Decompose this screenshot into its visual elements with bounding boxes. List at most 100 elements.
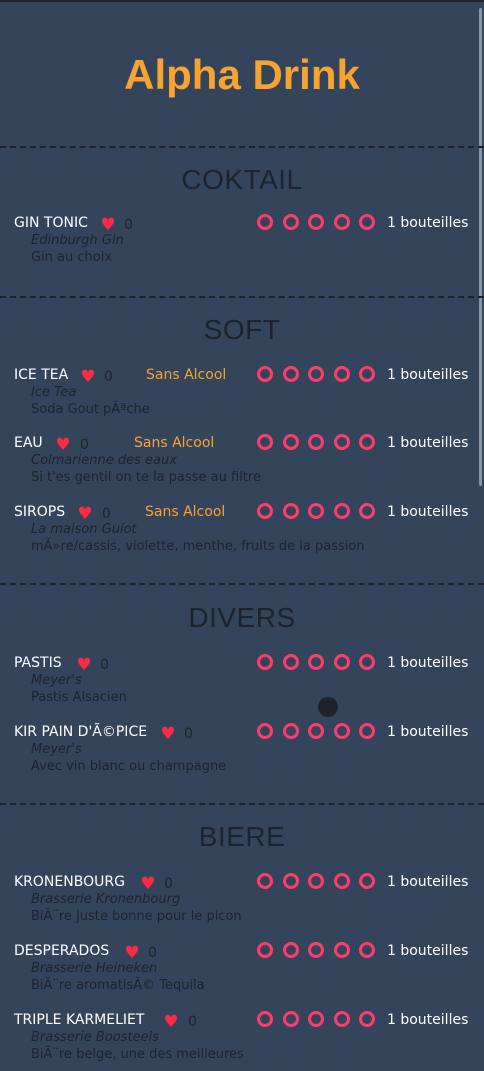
like-count: 0	[164, 876, 173, 892]
circle-icon[interactable]	[308, 214, 324, 230]
circle-icon[interactable]	[257, 503, 273, 519]
drink-item-gin-tonic[interactable]: GIN TONIC ♥ 0 1 bouteilles Edinburgh Gin…	[0, 214, 484, 274]
circle-icon[interactable]	[283, 654, 299, 670]
drink-description: Soda Gout pÃªche	[31, 402, 150, 417]
circle-icon[interactable]	[334, 434, 350, 450]
circle-icon[interactable]	[257, 723, 273, 739]
circle-icon[interactable]	[308, 1011, 324, 1027]
circle-icon[interactable]	[257, 366, 273, 382]
drink-item-eau[interactable]: EAU ♥ 0 Sans Alcool 1 bouteilles Colmari…	[0, 434, 484, 494]
circle-icon[interactable]	[308, 873, 324, 889]
circle-icon[interactable]	[257, 434, 273, 450]
circle-icon[interactable]	[283, 434, 299, 450]
circle-icon[interactable]	[283, 723, 299, 739]
heart-icon[interactable]: ♥	[54, 437, 72, 454]
bottle-count: 1 bouteilles	[387, 724, 469, 740]
section-title-coktail: COKTAIL	[181, 164, 303, 195]
circle-icon[interactable]	[308, 723, 324, 739]
drink-name: KIR PAIN D'Ã©PICE	[14, 724, 148, 740]
circle-icon[interactable]	[359, 723, 375, 739]
drink-brand: La maison Guiot	[31, 522, 137, 537]
circle-icon[interactable]	[334, 723, 350, 739]
heart-icon[interactable]: ♥	[162, 1014, 180, 1031]
section-title-divers: DIVERS	[188, 602, 296, 633]
circle-icon[interactable]	[308, 434, 324, 450]
circle-icon[interactable]	[359, 654, 375, 670]
circle-icon[interactable]	[257, 873, 273, 889]
drink-brand: Brasserie Heineken	[31, 961, 158, 976]
drink-item-ice-tea[interactable]: ICE TEA ♥ 0 Sans Alcool 1 bouteilles Ice…	[0, 366, 484, 426]
drink-name: GIN TONIC	[14, 215, 88, 231]
circle-icon[interactable]	[334, 942, 350, 958]
drink-name: KRONENBOURG	[14, 874, 125, 890]
circle-icon[interactable]	[308, 366, 324, 382]
circle-icon[interactable]	[257, 1011, 273, 1027]
circle-icon[interactable]	[334, 873, 350, 889]
top-border	[0, 0, 484, 2]
heart-icon[interactable]: ♥	[99, 217, 117, 234]
drink-name: TRIPLE KARMELIET	[14, 1012, 145, 1028]
heart-icon[interactable]: ♥	[75, 657, 93, 674]
drink-description: BiÃ¨re aromatisÃ© Tequila	[31, 978, 205, 993]
circle-icon[interactable]	[359, 434, 375, 450]
like-count: 0	[124, 217, 133, 233]
heart-icon[interactable]: ♥	[139, 876, 157, 893]
circle-icon[interactable]	[308, 503, 324, 519]
drink-description: Si t'es gentil on te la passe au filtre	[31, 470, 261, 485]
heart-icon[interactable]: ♥	[79, 369, 97, 386]
heart-icon[interactable]: ♥	[76, 506, 94, 523]
bottle-count: 1 bouteilles	[387, 874, 469, 890]
section-divider	[0, 803, 484, 805]
circle-icon[interactable]	[334, 503, 350, 519]
circle-icon[interactable]	[359, 1011, 375, 1027]
circle-icon[interactable]	[283, 942, 299, 958]
drink-brand: Colmarienne des eaux	[31, 453, 177, 468]
bottle-count: 1 bouteilles	[387, 943, 469, 959]
heart-icon[interactable]: ♥	[159, 726, 177, 743]
drink-item-sirops[interactable]: SIROPS ♥ 0 Sans Alcool 1 bouteilles La m…	[0, 503, 484, 563]
circle-icon[interactable]	[359, 366, 375, 382]
circle-icon[interactable]	[334, 1011, 350, 1027]
drink-brand: Brasserie Boosteels	[31, 1030, 159, 1045]
drink-item-kir-pain-epice[interactable]: KIR PAIN D'Ã©PICE ♥ 0 1 bouteilles Meyer…	[0, 723, 484, 783]
drink-description: Pastis Alsacien	[31, 690, 127, 705]
circle-icon[interactable]	[283, 873, 299, 889]
drink-item-kronenbourg[interactable]: KRONENBOURG ♥ 0 1 bouteilles Brasserie K…	[0, 873, 484, 933]
drink-brand: Ice Tea	[31, 385, 77, 400]
section-divider	[0, 146, 484, 148]
circle-icon[interactable]	[283, 366, 299, 382]
heart-icon[interactable]: ♥	[123, 945, 141, 962]
circle-icon[interactable]	[283, 1011, 299, 1027]
drink-description: Gin au choix	[31, 250, 113, 265]
circle-icon[interactable]	[359, 214, 375, 230]
circle-icon[interactable]	[334, 366, 350, 382]
drink-item-desperados[interactable]: DESPERADOS ♥ 0 1 bouteilles Brasserie He…	[0, 942, 484, 1002]
circle-icon[interactable]	[334, 214, 350, 230]
circle-icon[interactable]	[257, 942, 273, 958]
like-count: 0	[184, 726, 193, 742]
like-count: 0	[104, 369, 113, 385]
circle-icon[interactable]	[283, 503, 299, 519]
circle-icon[interactable]	[283, 214, 299, 230]
like-count: 0	[80, 437, 89, 453]
app-title: Alpha Drink	[124, 51, 360, 98]
circle-icon[interactable]	[308, 942, 324, 958]
circle-icon[interactable]	[359, 503, 375, 519]
alcohol-free-badge: Sans Alcool	[134, 435, 215, 451]
section-title-soft: SOFT	[203, 314, 281, 345]
drink-item-pastis[interactable]: PASTIS ♥ 0 1 bouteilles Meyer's Pastis A…	[0, 654, 484, 714]
drink-description: Avec vin blanc ou champagne	[31, 759, 227, 774]
circle-icon[interactable]	[334, 654, 350, 670]
circle-icon[interactable]	[359, 873, 375, 889]
drink-description: BiÃ¨re juste bonne pour le picon	[31, 909, 242, 924]
bottle-count: 1 bouteilles	[387, 655, 469, 671]
like-count: 0	[188, 1014, 197, 1030]
drink-brand: Meyer's	[31, 742, 82, 757]
drink-item-triple-karmeliet[interactable]: TRIPLE KARMELIET ♥ 0 1 bouteilles Brasse…	[0, 1011, 484, 1071]
circle-icon[interactable]	[257, 214, 273, 230]
circle-icon[interactable]	[359, 942, 375, 958]
circle-icon[interactable]	[308, 654, 324, 670]
section-divider	[0, 583, 484, 585]
circle-icon[interactable]	[257, 654, 273, 670]
like-count: 0	[100, 657, 109, 673]
